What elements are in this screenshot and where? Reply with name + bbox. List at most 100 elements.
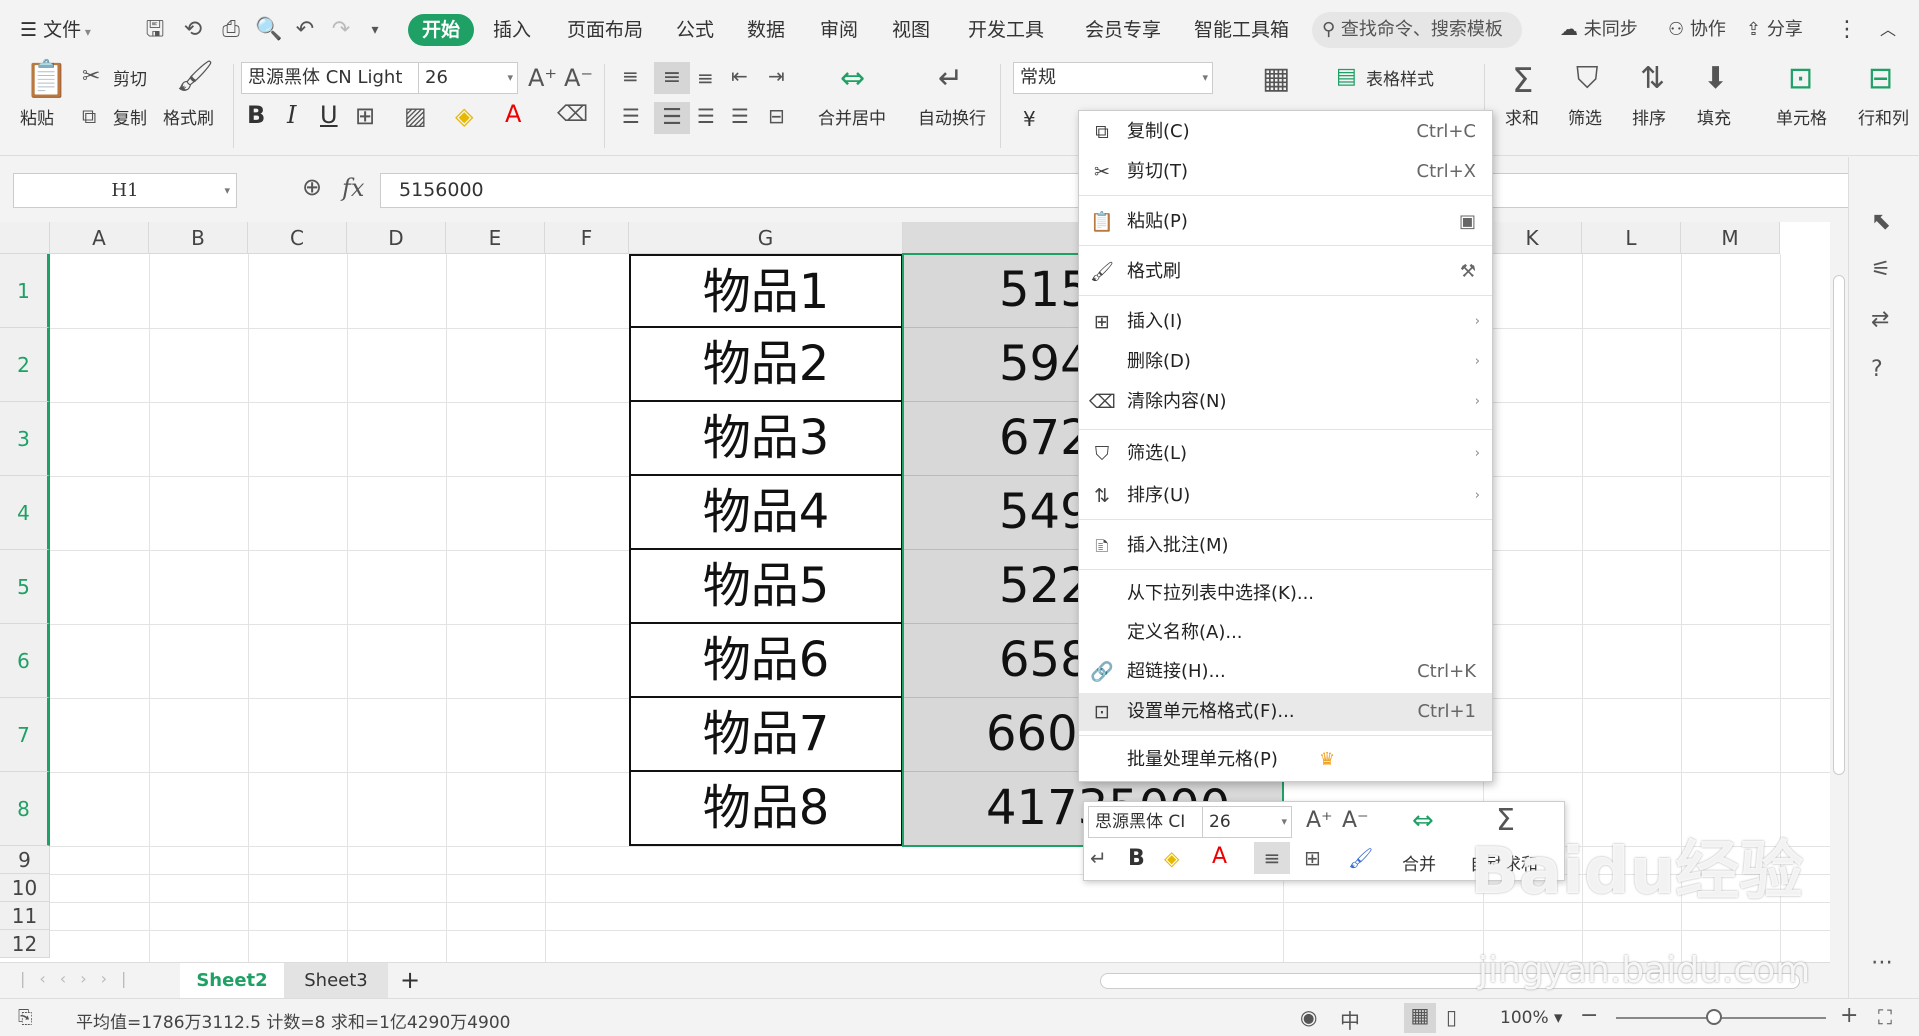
mini-format-painter-icon[interactable]: 🖌 <box>1348 848 1373 868</box>
sheet-tab[interactable]: Sheet3 <box>284 963 388 998</box>
format-painter-brush-icon[interactable]: ⚒ <box>1460 253 1476 291</box>
font-name-select[interactable]: 思源黑体 CN Light <box>241 62 422 94</box>
vertical-scrollbar[interactable] <box>1830 250 1848 775</box>
customize-dropdown-icon[interactable]: ▾ <box>360 14 390 46</box>
cut-button[interactable]: 剪切 <box>113 69 147 91</box>
page-layout-view-icon[interactable]: ▯ <box>1446 1005 1457 1029</box>
command-search[interactable]: ⚲ 查找命令、搜索模板 <box>1312 12 1522 48</box>
sum-button[interactable]: 求和 <box>1505 108 1539 130</box>
menu-item-copy[interactable]: ⧉ 复制(C) Ctrl+C <box>1079 113 1492 151</box>
mini-font-color-icon[interactable]: A <box>1212 846 1227 868</box>
fx-button[interactable]: fx <box>342 174 364 202</box>
paste-button[interactable]: 粘贴 <box>20 108 54 130</box>
align-middle-icon[interactable]: ≡ <box>654 62 690 94</box>
more-icon[interactable]: ⋯ <box>1871 950 1893 975</box>
zoom-level[interactable]: 100% ▾ <box>1500 1008 1563 1028</box>
underline-button[interactable]: U <box>320 103 338 127</box>
item-cell[interactable]: 物品4 <box>629 476 903 550</box>
tab-developer[interactable]: 开发工具 <box>968 14 1044 46</box>
tab-smart-toolbox[interactable]: 智能工具箱 <box>1194 14 1289 46</box>
align-left-icon[interactable]: ☰ <box>622 106 640 126</box>
mini-align-center-icon[interactable]: ≡ <box>1254 842 1290 874</box>
menu-item-cut[interactable]: ✂ 剪切(T) Ctrl+X <box>1079 153 1492 191</box>
eye-protection-icon[interactable]: ◉ <box>1300 1005 1317 1029</box>
name-box[interactable]: H1 ▾ <box>13 173 237 208</box>
copy-button[interactable]: 复制 <box>113 108 147 130</box>
format-painter-button[interactable]: 格式刷 <box>163 108 214 130</box>
mini-borders-icon[interactable]: ⊞ <box>1304 848 1321 868</box>
row-header[interactable]: 9 <box>0 846 50 874</box>
menu-item-format-cells[interactable]: ⊡ 设置单元格格式(F)... Ctrl+1 <box>1079 693 1492 731</box>
menu-item-delete[interactable]: 删除(D) › <box>1079 343 1492 381</box>
row-header[interactable]: 11 <box>0 902 50 930</box>
item-cell[interactable]: 物品2 <box>629 328 903 402</box>
tab-page-layout[interactable]: 页面布局 <box>567 14 643 46</box>
help-icon[interactable]: ? <box>1871 357 1883 382</box>
column-header[interactable]: M <box>1681 222 1780 254</box>
column-header[interactable]: A <box>50 222 149 254</box>
mini-font-name-select[interactable]: 思源黑体 CI <box>1088 806 1204 838</box>
bold-button[interactable]: B <box>247 103 265 127</box>
increase-indent-icon[interactable]: ⇥ <box>768 66 785 86</box>
increase-font-icon[interactable]: A⁺ <box>528 66 557 90</box>
collapse-ribbon-icon[interactable]: ︿ <box>1880 14 1896 46</box>
fill-button[interactable]: 填充 <box>1697 108 1731 130</box>
tab-member[interactable]: 会员专享 <box>1085 14 1161 46</box>
column-header[interactable]: K <box>1483 222 1582 254</box>
menu-item-sort[interactable]: ⇅ 排序(U) › <box>1079 477 1492 515</box>
zoom-formula-icon[interactable]: ⊕ <box>302 173 322 201</box>
column-header[interactable]: E <box>446 222 545 254</box>
column-header[interactable]: B <box>149 222 248 254</box>
menu-item-insert-comment[interactable]: 🗈 插入批注(M) <box>1079 527 1492 565</box>
pointer-icon[interactable]: ⬉ <box>1871 207 1891 235</box>
conditional-format-icon[interactable]: ▦ <box>1262 64 1290 94</box>
paste-options-icon[interactable]: ▣ <box>1459 203 1476 241</box>
more-options-icon[interactable]: ⋮ <box>1836 14 1858 46</box>
sync-status[interactable]: ☁ 未同步 <box>1560 14 1638 46</box>
paste-icon[interactable]: 📋 <box>24 62 69 98</box>
row-header[interactable]: 1 <box>0 254 50 328</box>
menu-item-insert[interactable]: ⊞ 插入(I) › <box>1079 303 1492 341</box>
tab-data[interactable]: 数据 <box>747 14 785 46</box>
input-method-icon[interactable]: 中 <box>1340 1005 1360 1034</box>
row-header[interactable]: 3 <box>0 402 50 476</box>
align-bottom-icon[interactable]: ≡ <box>697 68 714 88</box>
select-all-corner[interactable] <box>0 222 50 254</box>
mini-font-size-select[interactable]: 26 ▾ <box>1202 806 1292 838</box>
column-header[interactable]: C <box>248 222 347 254</box>
clear-eraser-icon[interactable]: ⌫ <box>557 104 588 126</box>
menu-item-hyperlink[interactable]: 🔗 超链接(H)... Ctrl+K <box>1079 653 1492 691</box>
merge-center-button[interactable]: 合并居中 <box>818 108 886 130</box>
sheet-nav-arrows-icon[interactable]: |‹‹››| <box>20 969 140 988</box>
column-header[interactable]: L <box>1582 222 1681 254</box>
distributed-icon[interactable]: ⊟ <box>768 106 785 126</box>
macro-record-icon[interactable]: ⎘ <box>18 1007 32 1028</box>
normal-view-icon[interactable]: ▦ <box>1404 1003 1436 1033</box>
justify-icon[interactable]: ☰ <box>731 106 749 126</box>
fill-color-icon[interactable]: ◈ <box>455 104 473 128</box>
row-header[interactable]: 4 <box>0 476 50 550</box>
wrap-text-button[interactable]: 自动换行 <box>918 108 986 130</box>
tab-view[interactable]: 视图 <box>892 14 930 46</box>
tab-review[interactable]: 审阅 <box>820 14 858 46</box>
cell-button[interactable]: 单元格 <box>1776 108 1827 130</box>
currency-button[interactable]: ¥ <box>1023 108 1036 130</box>
align-top-icon[interactable]: ≡ <box>622 66 639 86</box>
menu-item-define-name[interactable]: 定义名称(A)... <box>1079 614 1492 652</box>
fullscreen-icon[interactable]: ⛶ <box>1878 1005 1892 1029</box>
zoom-slider-handle[interactable] <box>1706 1009 1722 1025</box>
column-header[interactable]: G <box>629 222 903 254</box>
row-header[interactable]: 6 <box>0 624 50 698</box>
decrease-font-icon[interactable]: A⁻ <box>564 66 593 90</box>
menu-item-batch-cells[interactable]: 批量处理单元格(P) ♛ <box>1079 741 1492 779</box>
properties-icon[interactable]: ⚟ <box>1871 257 1891 282</box>
item-cell[interactable]: 物品5 <box>629 550 903 624</box>
menu-item-filter[interactable]: ⛉ 筛选(L) › <box>1079 435 1492 473</box>
menu-item-format-painter[interactable]: 🖌 格式刷 ⚒ <box>1079 253 1492 291</box>
number-format-select[interactable]: 常规 ▾ <box>1013 62 1213 94</box>
file-menu-button[interactable]: ☰ 文件 ▾ <box>20 14 91 46</box>
menu-item-pick-from-list[interactable]: 从下拉列表中选择(K)... <box>1079 575 1492 613</box>
sheet-tab-active[interactable]: Sheet2 <box>180 963 284 998</box>
decrease-indent-icon[interactable]: ⇤ <box>731 66 748 86</box>
row-header[interactable]: 10 <box>0 874 50 902</box>
